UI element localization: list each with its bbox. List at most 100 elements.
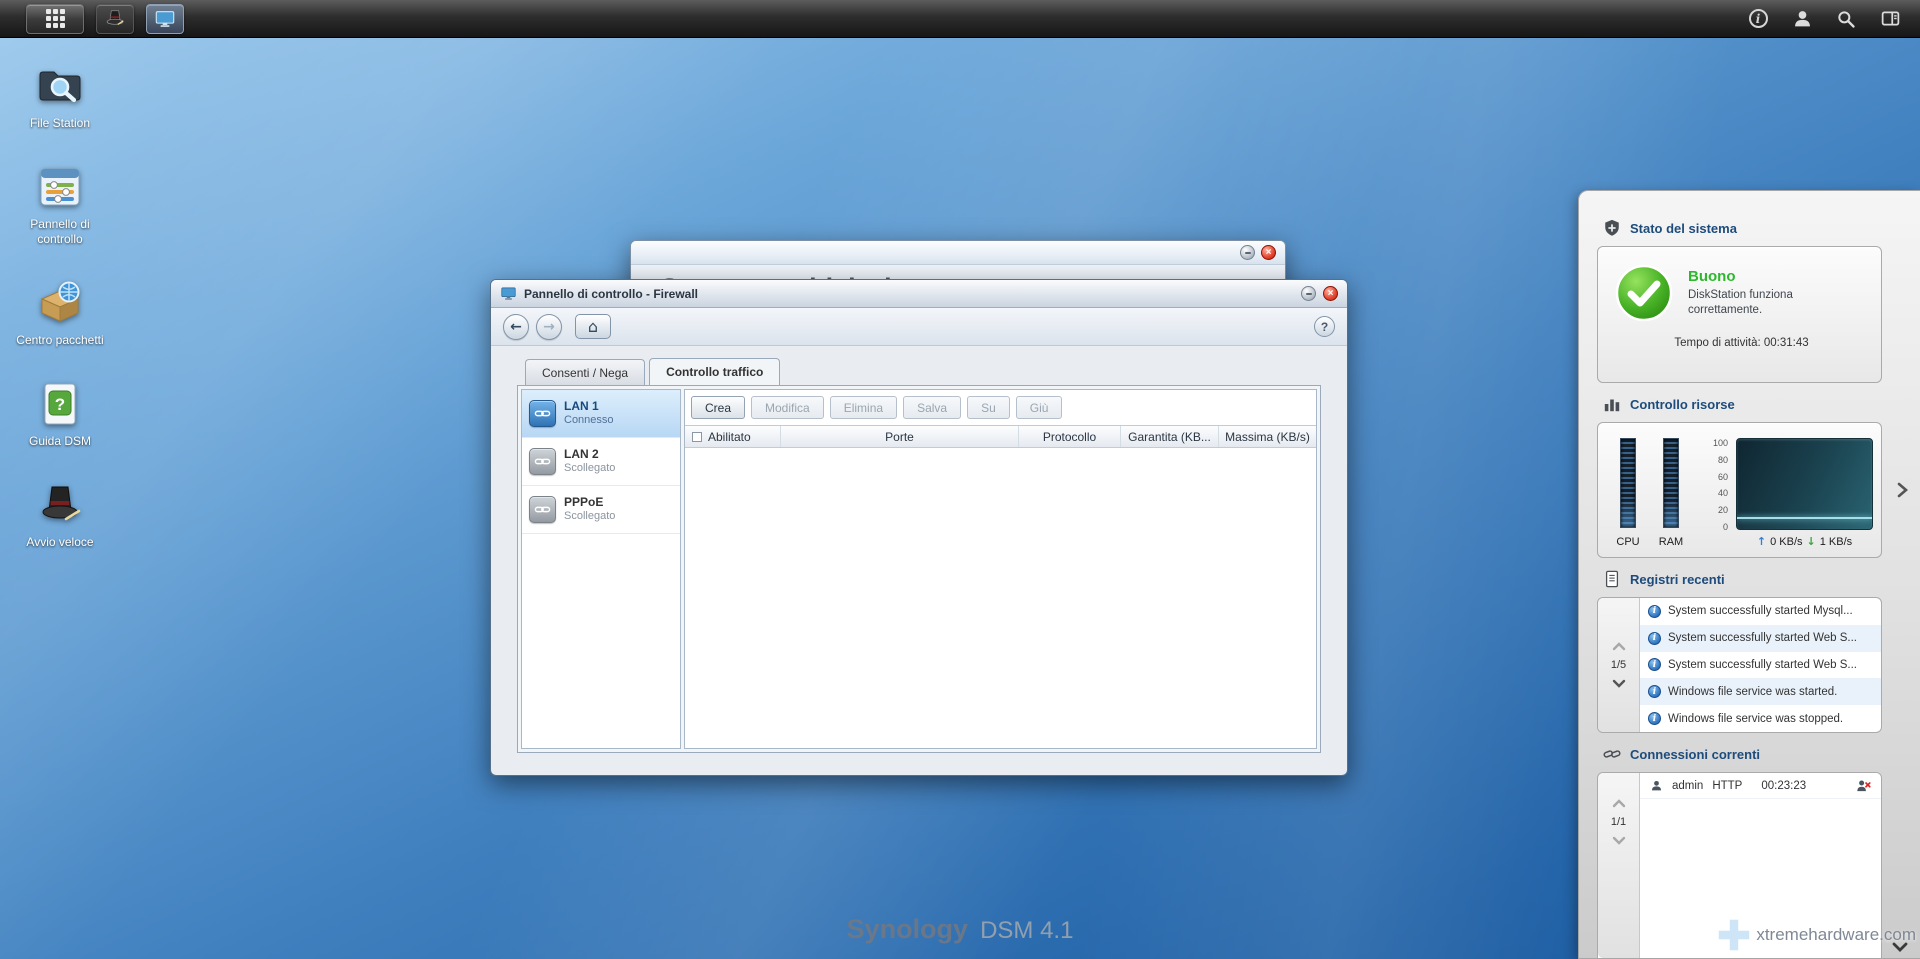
uptime-text: Tempo di attività: 00:31:43 bbox=[1674, 337, 1809, 349]
log-text: Windows file service was stopped. bbox=[1668, 712, 1844, 725]
recent-logs-box: 1/5 i System successfully started Mysql.… bbox=[1597, 597, 1882, 733]
resource-monitor-box: CPU RAM 100 80 60 40 20 0 ↑ 0 KB/s ↓ 1 K… bbox=[1597, 422, 1908, 558]
log-rows: i System successfully started Mysql... i… bbox=[1640, 598, 1881, 732]
desktop-icon-control-panel[interactable]: Pannello di controllo bbox=[6, 163, 114, 247]
disconnect-user-icon[interactable] bbox=[1856, 779, 1871, 792]
system-status-header: Stato del sistema bbox=[1579, 191, 1920, 246]
column-header-garantita[interactable]: Garantita (KB... bbox=[1121, 426, 1219, 447]
ram-meter bbox=[1663, 438, 1679, 528]
file-station-icon bbox=[39, 71, 81, 103]
network-traffic: ↑ 0 KB/s ↓ 1 KB/s bbox=[1736, 535, 1873, 548]
resources-header: Controllo risorse bbox=[1579, 383, 1920, 422]
rules-table-area: Crea Modifica Elimina Salva Su Giù Abili… bbox=[684, 389, 1317, 749]
info-icon: i bbox=[1648, 631, 1661, 645]
minimize-button[interactable] bbox=[1240, 245, 1255, 260]
page-down-chevron[interactable] bbox=[1612, 679, 1626, 688]
scale-tick: 80 bbox=[1717, 454, 1728, 465]
column-label: Protocollo bbox=[1042, 429, 1097, 444]
main-menu-grid-icon bbox=[45, 9, 65, 28]
column-header-porte[interactable]: Porte bbox=[781, 426, 1019, 447]
window-monitor-icon bbox=[501, 287, 516, 300]
page-up-chevron[interactable] bbox=[1612, 642, 1626, 651]
desktop-icon-quick-start[interactable]: Avvio veloce bbox=[6, 481, 114, 550]
section-title: Connessioni correnti bbox=[1630, 746, 1761, 762]
user-account-button[interactable] bbox=[1790, 7, 1814, 31]
home-button[interactable]: ⌂ bbox=[575, 314, 611, 339]
section-title: Registri recenti bbox=[1630, 571, 1725, 587]
salva-button[interactable]: Salva bbox=[903, 396, 962, 419]
firewall-window: Pannello di controllo - Firewall × ← → ⌂… bbox=[490, 279, 1348, 776]
interface-item-pppoe[interactable]: PPPoE Scollegato bbox=[522, 486, 680, 534]
main-menu-button[interactable] bbox=[26, 3, 84, 34]
question-glyph: ? bbox=[55, 395, 65, 414]
desktop-icon-label: Avvio veloce bbox=[26, 535, 94, 549]
back-button[interactable]: ← bbox=[503, 313, 529, 340]
desktop-icon-file-station[interactable]: File Station bbox=[6, 62, 114, 131]
desktop-icon-dsm-help[interactable]: ? Guida DSM bbox=[6, 380, 114, 449]
scale-tick: 40 bbox=[1717, 488, 1728, 499]
select-all-checkbox[interactable] bbox=[692, 431, 702, 442]
scale-tick: 100 bbox=[1712, 438, 1728, 448]
network-graph-line bbox=[1737, 517, 1872, 519]
log-row[interactable]: i System successfully started Mysql... bbox=[1640, 598, 1881, 625]
shield-icon bbox=[1605, 219, 1619, 236]
interface-name: LAN 2 bbox=[564, 447, 599, 462]
log-row[interactable]: i System successfully started Web S... bbox=[1640, 624, 1881, 652]
log-row[interactable]: i Windows file service was stopped. bbox=[1640, 705, 1881, 732]
link-disconnected-icon bbox=[529, 496, 556, 523]
download-rate: 1 KB/s bbox=[1819, 535, 1853, 548]
elimina-button[interactable]: Elimina bbox=[829, 396, 898, 419]
su-button[interactable]: Su bbox=[967, 396, 1010, 419]
modifica-button[interactable]: Modifica bbox=[751, 396, 824, 419]
info-icon: i bbox=[1648, 658, 1661, 672]
cpu-label: CPU bbox=[1616, 536, 1640, 548]
bar-chart-icon bbox=[1604, 399, 1620, 412]
link-disconnected-icon bbox=[529, 448, 556, 475]
pilot-view-button[interactable] bbox=[1878, 7, 1902, 31]
open-resource-monitor-chevron[interactable] bbox=[1897, 482, 1908, 498]
connections-pager: 1/1 bbox=[1598, 773, 1640, 958]
close-button[interactable]: × bbox=[1323, 286, 1338, 301]
forward-button[interactable]: → bbox=[536, 313, 562, 340]
system-info-button[interactable]: i bbox=[1746, 7, 1770, 31]
system-status-box: Buono DiskStation funziona correttamente… bbox=[1597, 246, 1882, 383]
tab-label: Controllo traffico bbox=[666, 365, 764, 379]
giu-button[interactable]: Giù bbox=[1015, 396, 1063, 419]
interface-status: Connesso bbox=[564, 414, 614, 427]
user-icon bbox=[1794, 11, 1810, 27]
synology-logo-text: Synology bbox=[846, 914, 969, 944]
taskbar-app-storage-manager[interactable] bbox=[146, 3, 184, 34]
column-header-protocollo[interactable]: Protocollo bbox=[1019, 426, 1121, 447]
column-header-massima[interactable]: Massima (KB/s) bbox=[1219, 426, 1316, 447]
storage-manager-titlebar[interactable]: × bbox=[631, 241, 1285, 265]
crea-button[interactable]: Crea bbox=[691, 396, 746, 419]
close-button[interactable]: × bbox=[1261, 245, 1276, 260]
log-text: System successfully started Web S... bbox=[1668, 658, 1857, 671]
firewall-titlebar[interactable]: Pannello di controllo - Firewall × bbox=[491, 280, 1347, 308]
interface-status: Scollegato bbox=[564, 510, 616, 523]
info-icon: i bbox=[1748, 9, 1768, 28]
log-row[interactable]: i Windows file service was started. bbox=[1640, 678, 1881, 706]
taskbar-app-quick-start[interactable] bbox=[96, 3, 134, 34]
interface-item-lan2[interactable]: LAN 2 Scollegato bbox=[522, 438, 680, 486]
log-row[interactable]: i System successfully started Web S... bbox=[1640, 652, 1881, 679]
interface-status: Scollegato bbox=[564, 462, 616, 475]
tab-controllo-traffico[interactable]: Controllo traffico bbox=[649, 358, 781, 385]
home-icon: ⌂ bbox=[587, 317, 599, 336]
page-down-chevron[interactable] bbox=[1612, 836, 1626, 845]
help-button[interactable]: ? bbox=[1314, 316, 1335, 337]
meter-scale: 100 80 60 40 20 0 bbox=[1706, 438, 1736, 532]
search-button[interactable] bbox=[1834, 7, 1858, 31]
tab-consenti-nega[interactable]: Consenti / Nega bbox=[525, 359, 646, 385]
recent-logs-header: Registri recenti bbox=[1579, 558, 1920, 597]
firewall-navbar: ← → ⌂ ? bbox=[491, 308, 1347, 346]
column-header-abilitato[interactable]: Abilitato bbox=[685, 426, 781, 447]
interface-item-lan1[interactable]: LAN 1 Connesso bbox=[522, 390, 680, 438]
link-connected-icon bbox=[529, 400, 556, 427]
page-up-chevron[interactable] bbox=[1612, 799, 1626, 808]
xtremehardware-site-text: xtremehardware.com bbox=[1756, 925, 1916, 944]
section-title: Controllo risorse bbox=[1630, 396, 1735, 412]
minimize-button[interactable] bbox=[1301, 286, 1316, 301]
dsm-version-text: DSM 4.1 bbox=[980, 917, 1074, 944]
desktop-icon-package-center[interactable]: Centro pacchetti bbox=[6, 279, 114, 348]
